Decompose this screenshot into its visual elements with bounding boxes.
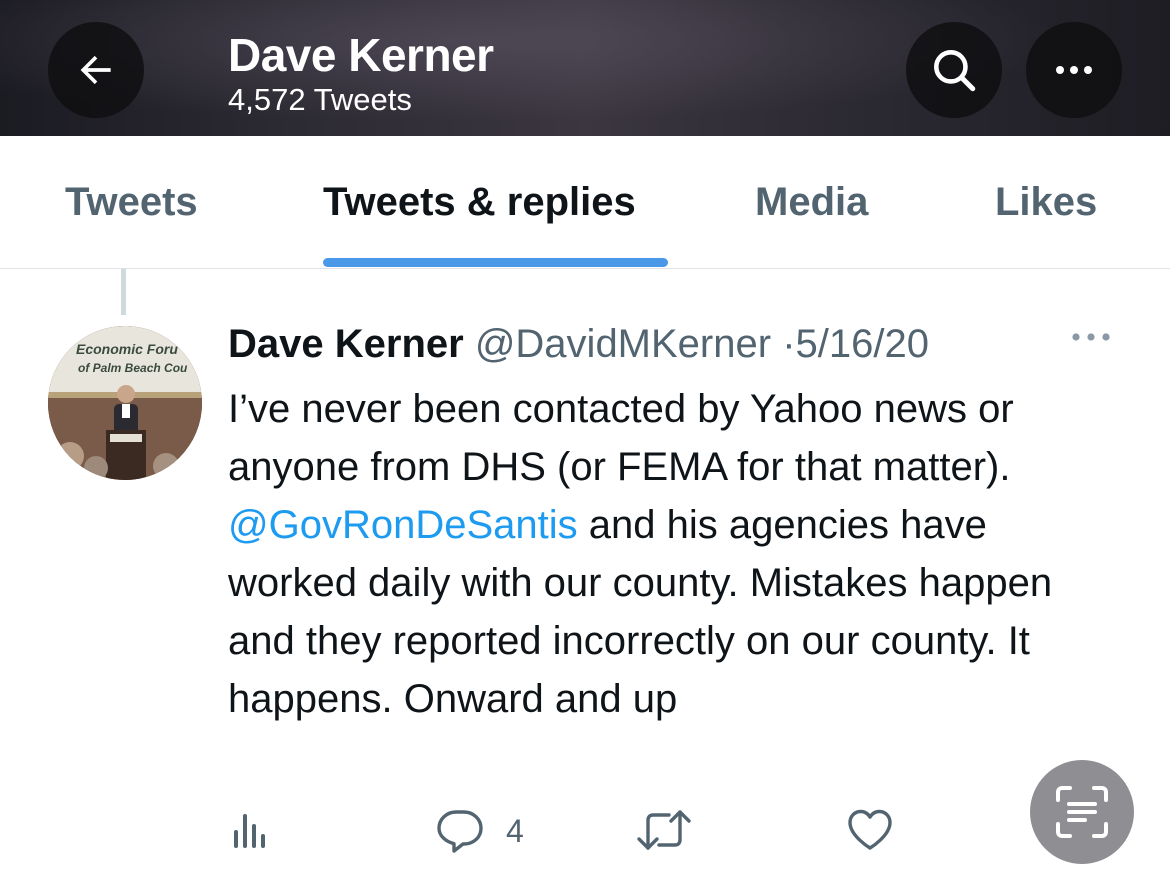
- avatar[interactable]: Economic Foru of Palm Beach Cou: [48, 326, 202, 480]
- tab-tweets[interactable]: Tweets: [65, 180, 198, 225]
- tweet-more-button[interactable]: [1070, 330, 1114, 348]
- active-tab-indicator: [323, 258, 668, 267]
- tab-likes[interactable]: Likes: [995, 180, 1097, 225]
- reply-count: 4: [506, 812, 524, 849]
- profile-header: Dave Kerner 4,572 Tweets: [0, 0, 1170, 136]
- tweet-author-name[interactable]: Dave Kerner: [228, 322, 464, 366]
- more-horizontal-icon: [1072, 333, 1110, 341]
- like-button[interactable]: [846, 808, 894, 852]
- text-scan-icon: [1056, 786, 1108, 838]
- more-horizontal-icon: [1056, 66, 1092, 74]
- views-chart-icon: [234, 814, 265, 848]
- tab-tweets-and-replies[interactable]: Tweets & replies: [323, 180, 636, 225]
- tweet-author-handle[interactable]: @DavidMKerner: [475, 322, 771, 366]
- more-button[interactable]: [1026, 22, 1122, 118]
- arrow-left-icon: [80, 55, 111, 85]
- reply-button[interactable]: 4: [436, 808, 524, 854]
- views-button[interactable]: [230, 808, 270, 850]
- tweet-date[interactable]: 5/16/20: [796, 322, 929, 366]
- tweet-separator: ·: [782, 322, 796, 366]
- retweet-icon: [637, 810, 691, 850]
- profile-tabs: Tweets Tweets & replies Media Likes: [0, 136, 1170, 269]
- tab-media[interactable]: Media: [755, 180, 868, 225]
- heart-icon: [848, 809, 892, 850]
- search-button[interactable]: [906, 22, 1002, 118]
- tweet-text-part-1: I’ve never been contacted by Yahoo news …: [228, 387, 1014, 489]
- back-button[interactable]: [48, 22, 144, 118]
- search-icon: [934, 50, 976, 92]
- avatar-banner-line-1: Economic Foru: [76, 341, 178, 357]
- retweet-button[interactable]: [636, 808, 692, 852]
- tweet-header: Dave Kerner @DavidMKerner ·5/16/20: [228, 322, 929, 367]
- tweet-text: I’ve never been contacted by Yahoo news …: [228, 380, 1108, 728]
- tweet-count: 4,572 Tweets: [228, 82, 412, 117]
- thread-connector-line: [121, 269, 126, 315]
- profile-name: Dave Kerner: [228, 29, 494, 81]
- mention-link[interactable]: @GovRonDeSantis: [228, 503, 578, 547]
- avatar-banner-line-2: of Palm Beach Cou: [78, 361, 188, 375]
- reply-bubble-icon: [437, 810, 483, 853]
- live-text-scan-button[interactable]: [1030, 760, 1134, 864]
